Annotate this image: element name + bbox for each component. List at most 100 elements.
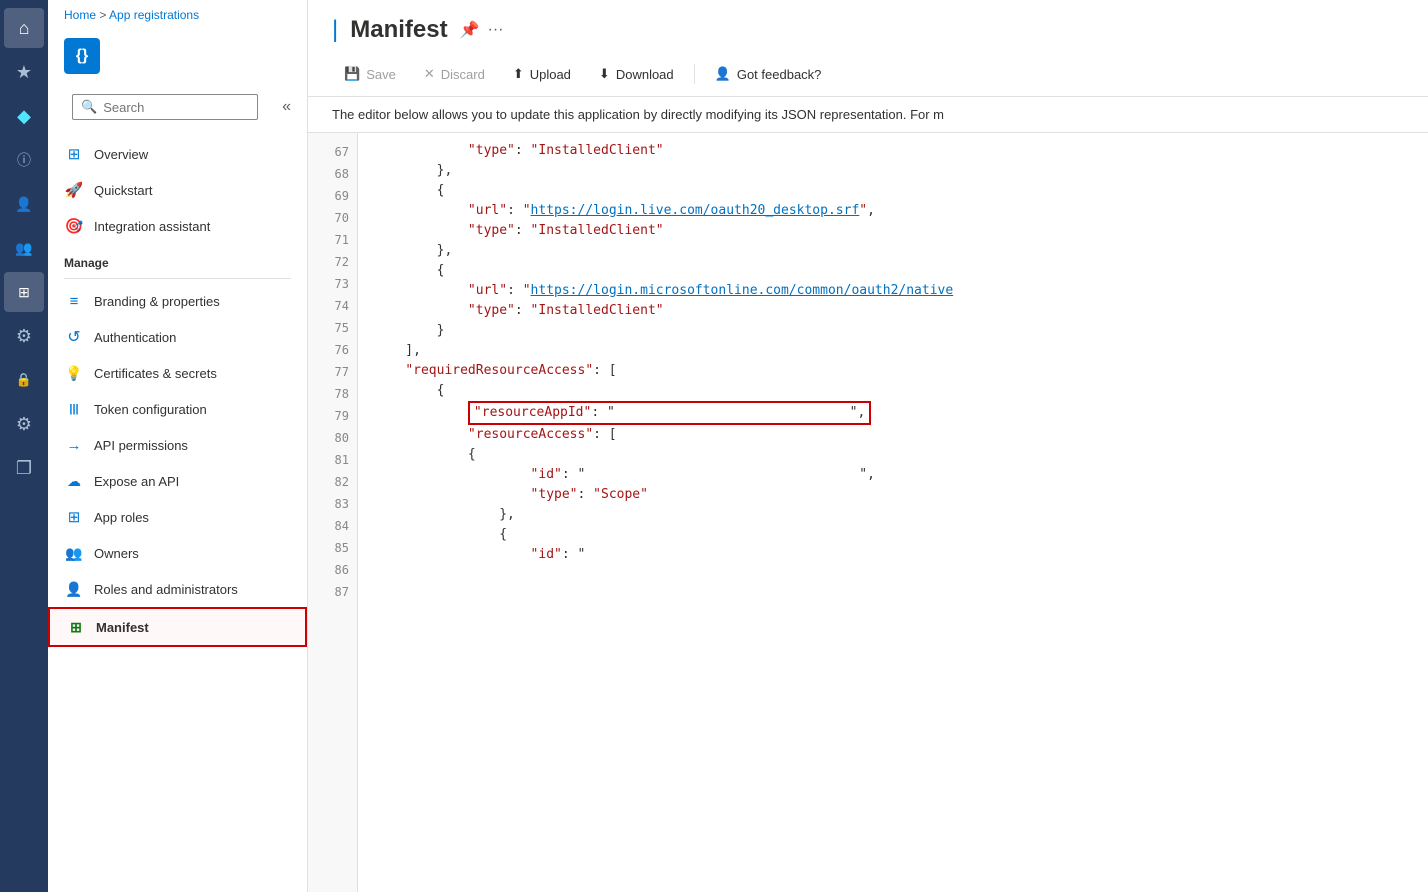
sidebar-header: {}	[48, 26, 307, 86]
manage-section-label: Manage	[48, 244, 307, 274]
sidebar-item-app-roles[interactable]: ⊞ App roles	[48, 499, 307, 535]
editor-area: 67 68 69 70 71 72 73 74 75 76 77 78 79 8…	[308, 133, 1428, 892]
code-line-73: {	[374, 261, 1412, 281]
manage-divider	[64, 278, 291, 279]
description-bar: The editor below allows you to update th…	[308, 97, 1428, 133]
sidebar-item-token[interactable]: ||| Token configuration	[48, 391, 307, 427]
code-line-83: "id": " ",	[374, 465, 1412, 485]
sidebar-item-manifest[interactable]: ⊞ Manifest	[48, 607, 307, 647]
save-icon: 💾	[344, 66, 360, 82]
code-line-78: "requiredResourceAccess": [	[374, 361, 1412, 381]
download-icon: ⬇	[599, 66, 610, 82]
title-actions: 📌 ···	[460, 20, 504, 40]
sidebar-item-overview[interactable]: ⊞ Overview	[48, 136, 307, 172]
code-line-81: "resourceAccess": [	[374, 425, 1412, 445]
roles-label: Roles and administrators	[94, 582, 238, 597]
grid-icon[interactable]: ⊞	[4, 272, 44, 312]
user-icon[interactable]: 👤	[4, 184, 44, 224]
api-label: API permissions	[94, 438, 188, 453]
sidebar-item-certificates[interactable]: 💡 Certificates & secrets	[48, 355, 307, 391]
cert-label: Certificates & secrets	[94, 366, 217, 381]
sidebar-item-branding[interactable]: ≡ Branding & properties	[48, 283, 307, 319]
download-button[interactable]: ⬇ Download	[587, 60, 686, 88]
diamond-icon[interactable]: ◆	[4, 96, 44, 136]
feedback-icon: 👤	[715, 66, 731, 82]
integration-icon: 🎯	[64, 216, 84, 236]
more-icon[interactable]: ···	[488, 21, 504, 39]
discard-icon: ✕	[424, 66, 435, 82]
api-icon: →	[64, 435, 84, 455]
code-line-86: {	[374, 525, 1412, 545]
code-line-76: }	[374, 321, 1412, 341]
copy-icon[interactable]: ❐	[4, 448, 44, 488]
users-icon[interactable]: 👥	[4, 228, 44, 268]
overview-icon: ⊞	[64, 144, 84, 164]
code-line-87: "id": "	[374, 545, 1412, 565]
upload-icon: ⬆	[513, 66, 524, 82]
pin-icon[interactable]: 📌	[460, 20, 480, 40]
search-input[interactable]	[103, 100, 249, 115]
toolbar-separator	[694, 64, 695, 84]
code-line-80: "resourceAppId": " ",	[374, 401, 1412, 425]
icon-bar: ⌂ ★ ◆ ⓘ 👤 👥 ⊞ ⚙ 🔒 ⚙ ❐	[0, 0, 48, 892]
owners-icon: 👥	[64, 543, 84, 563]
code-line-75: "type": "InstalledClient"	[374, 301, 1412, 321]
discard-button[interactable]: ✕ Discard	[412, 60, 497, 88]
breadcrumb-current: App registrations	[109, 8, 199, 22]
lock-icon[interactable]: 🔒	[4, 360, 44, 400]
quickstart-label: Quickstart	[94, 183, 153, 198]
manifest-icon: ⊞	[66, 617, 86, 637]
save-button[interactable]: 💾 Save	[332, 60, 408, 88]
approles-label: App roles	[94, 510, 149, 525]
upload-button[interactable]: ⬆ Upload	[501, 60, 583, 88]
token-icon: |||	[64, 399, 84, 419]
branding-icon: ≡	[64, 291, 84, 311]
search-icon: 🔍	[81, 99, 97, 115]
cert-icon: 💡	[64, 363, 84, 383]
settings-icon[interactable]: ⚙	[4, 404, 44, 444]
info-icon[interactable]: ⓘ	[4, 140, 44, 180]
sidebar-item-quickstart[interactable]: 🚀 Quickstart	[48, 172, 307, 208]
code-line-70: "url": "https://login.live.com/oauth20_d…	[374, 201, 1412, 221]
breadcrumb-home[interactable]: Home	[64, 8, 96, 22]
sidebar-item-integration[interactable]: 🎯 Integration assistant	[48, 208, 307, 244]
sidebar: Home > App registrations {} 🔍 « ⊞ Overvi…	[48, 0, 308, 892]
roles-icon: 👤	[64, 579, 84, 599]
search-container: 🔍	[72, 94, 258, 120]
code-line-74: "url": "https://login.microsoftonline.co…	[374, 281, 1412, 301]
branding-label: Branding & properties	[94, 294, 220, 309]
sidebar-item-api-permissions[interactable]: → API permissions	[48, 427, 307, 463]
toolbar: 💾 Save ✕ Discard ⬆ Upload ⬇ Download 👤 G…	[308, 52, 1428, 97]
code-line-67: "type": "InstalledClient"	[374, 141, 1412, 161]
token-label: Token configuration	[94, 402, 207, 417]
breadcrumb-separator: >	[99, 8, 109, 22]
sidebar-item-roles-admins[interactable]: 👤 Roles and administrators	[48, 571, 307, 607]
sidebar-item-expose-api[interactable]: ☁ Expose an API	[48, 463, 307, 499]
expose-label: Expose an API	[94, 474, 179, 489]
code-editor[interactable]: "type": "InstalledClient" }, { "url": "h…	[358, 133, 1428, 892]
sidebar-item-authentication[interactable]: ↺ Authentication	[48, 319, 307, 355]
code-line-77: ],	[374, 341, 1412, 361]
sidebar-item-owners[interactable]: 👥 Owners	[48, 535, 307, 571]
home-icon[interactable]: ⌂	[4, 8, 44, 48]
line-numbers: 67 68 69 70 71 72 73 74 75 76 77 78 79 8…	[308, 133, 358, 892]
quickstart-icon: 🚀	[64, 180, 84, 200]
collapse-button[interactable]: «	[274, 96, 299, 118]
code-line-84: "type": "Scope"	[374, 485, 1412, 505]
breadcrumb: Home > App registrations	[48, 0, 307, 26]
auth-label: Authentication	[94, 330, 176, 345]
integration-label: Integration assistant	[94, 219, 210, 234]
page-title: Manifest	[332, 16, 448, 44]
gear-icon[interactable]: ⚙	[4, 316, 44, 356]
approles-icon: ⊞	[64, 507, 84, 527]
star-icon[interactable]: ★	[4, 52, 44, 92]
description-text: The editor below allows you to update th…	[332, 107, 944, 122]
app-icon: {}	[64, 38, 100, 74]
code-line-82: {	[374, 445, 1412, 465]
manifest-label: Manifest	[96, 620, 149, 635]
feedback-button[interactable]: 👤 Got feedback?	[703, 60, 834, 88]
code-line-79: {	[374, 381, 1412, 401]
auth-icon: ↺	[64, 327, 84, 347]
owners-label: Owners	[94, 546, 139, 561]
code-line-85: },	[374, 505, 1412, 525]
